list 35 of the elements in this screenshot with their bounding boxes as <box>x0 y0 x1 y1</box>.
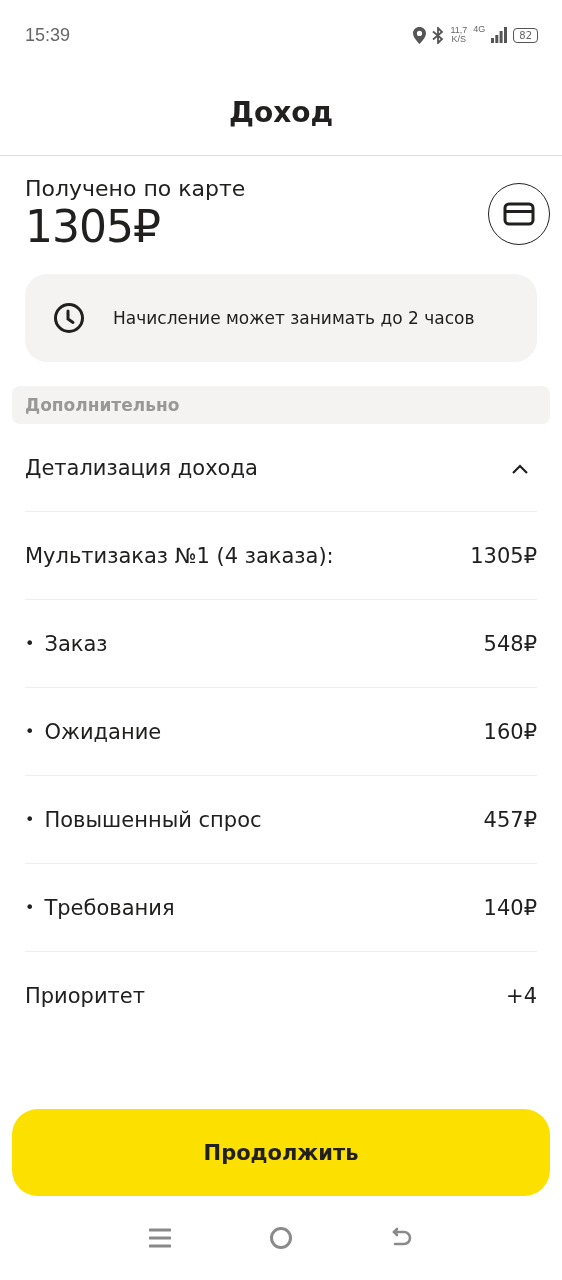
signal-icon <box>491 27 508 43</box>
bullet: • <box>25 898 35 917</box>
network-speed: 11,7 <box>450 26 468 35</box>
menu-icon[interactable] <box>149 1227 171 1249</box>
row-value: 548₽ <box>483 631 537 656</box>
row-label: Приоритет <box>25 984 145 1008</box>
row-value: 457₽ <box>483 807 537 832</box>
battery-level: 82 <box>513 27 538 43</box>
network-type: 4G <box>473 24 486 34</box>
row-label: Ожидание <box>44 719 162 744</box>
bullet: • <box>25 634 35 653</box>
row-value: 140₽ <box>483 895 537 920</box>
page-title: Доход <box>228 96 334 129</box>
bullet: • <box>25 810 35 829</box>
location-icon <box>413 26 427 44</box>
home-icon[interactable] <box>269 1226 293 1250</box>
row-label: Повышенный спрос <box>44 807 262 832</box>
speed-unit: K/S <box>451 35 467 44</box>
notice-text: Начисление может занимать до 2 часов <box>113 308 475 328</box>
status-time: 15:39 <box>25 24 71 46</box>
credit-card-icon <box>503 202 535 226</box>
row-label: Требования <box>44 895 175 920</box>
summary-amount: 1305₽ <box>25 201 161 252</box>
section-title: Дополнительно <box>25 395 180 415</box>
row-value: 1305₽ <box>470 543 537 568</box>
row-value: 160₽ <box>483 719 537 744</box>
row-value: +4 <box>506 984 537 1008</box>
row-label: Мультизаказ №1 (4 заказа): <box>25 543 334 568</box>
bullet: • <box>25 722 35 741</box>
details-toggle[interactable]: Детализация дохода <box>25 424 537 512</box>
row-label: Заказ <box>44 631 108 656</box>
continue-button[interactable]: Продолжить <box>12 1109 550 1196</box>
bluetooth-icon <box>432 26 445 44</box>
summary-label: Получено по карте <box>25 176 246 201</box>
clock-icon <box>53 302 85 334</box>
